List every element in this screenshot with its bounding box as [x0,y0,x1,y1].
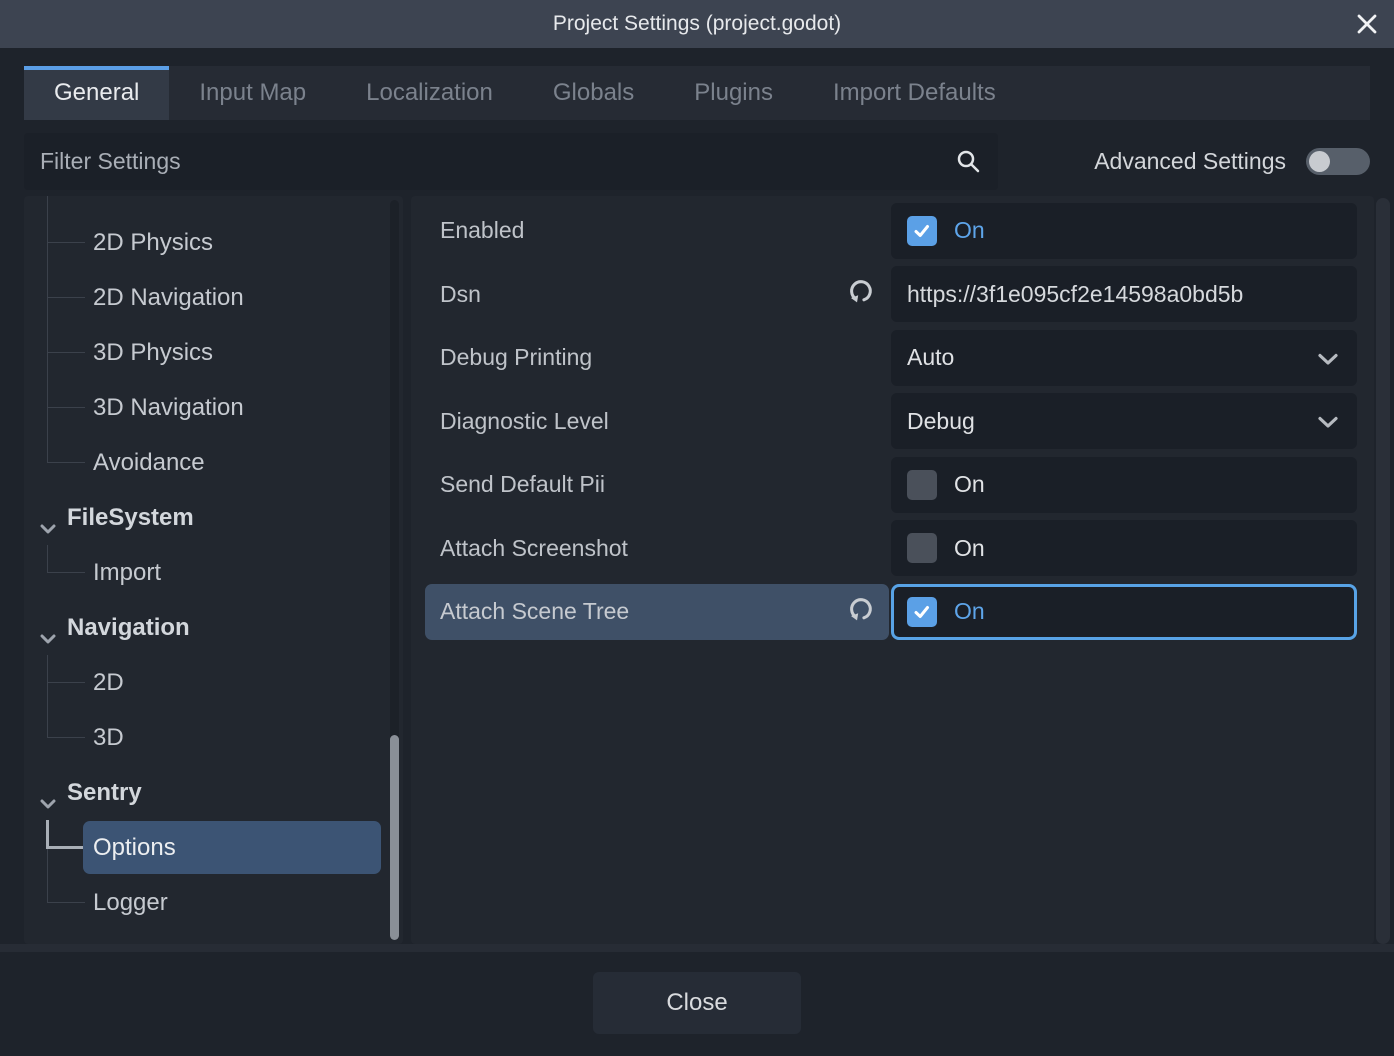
enabled-checkbox[interactable] [907,216,937,246]
tree-item-logger[interactable]: Logger [24,875,403,930]
settings-tree-panel: 2D Physics 2D Navigation 3D Physics 3D N… [24,196,403,944]
setting-label: Diagnostic Level [440,408,609,435]
setting-label: Dsn [440,281,481,308]
tab-bar: General Input Map Localization Globals P… [24,66,1370,120]
enabled-value-cell: On [891,203,1357,259]
debug-printing-dropdown[interactable]: Auto [891,330,1357,386]
tree-item-3d[interactable]: 3D [24,710,403,765]
tree-guide-line [47,196,48,216]
close-icon[interactable] [1355,12,1379,36]
send-default-pii-value-cell: On [891,457,1357,513]
setting-label: Attach Scene Tree [440,598,629,625]
tab-import-defaults[interactable]: Import Defaults [803,66,1026,120]
tree-section-navigation[interactable]: Navigation [24,600,403,655]
chevron-down-icon [40,623,56,651]
setting-row-attach-scene-tree: Attach Scene Tree On [411,580,1374,644]
tab-general[interactable]: General [24,66,169,120]
checkbox-state-label: On [954,535,985,562]
checkbox-state-label: On [954,217,985,244]
filter-settings-field [24,133,998,190]
close-button[interactable]: Close [593,972,801,1034]
dialog-title: Project Settings (project.godot) [553,12,841,36]
tree-item-2d-physics[interactable]: 2D Physics [24,215,403,270]
tree-section-filesystem[interactable]: FileSystem [24,490,403,545]
tree-scrollbar-thumb[interactable] [390,735,399,940]
tree-section-sentry[interactable]: Sentry [24,765,403,820]
setting-row-debug-printing: Debug Printing Auto [411,326,1374,390]
chevron-down-icon [40,513,56,541]
tab-plugins[interactable]: Plugins [664,66,803,120]
setting-row-send-default-pii: Send Default Pii On [411,453,1374,517]
setting-row-diagnostic-level: Diagnostic Level Debug [411,390,1374,454]
attach-scene-tree-value-cell: On [891,584,1357,640]
tab-globals[interactable]: Globals [523,66,664,120]
setting-label: Enabled [440,217,524,244]
tree-item-2d[interactable]: 2D [24,655,403,710]
advanced-settings-label: Advanced Settings [1094,148,1286,175]
dropdown-value: Auto [907,344,954,371]
attach-scene-tree-checkbox[interactable] [907,597,937,627]
send-default-pii-checkbox[interactable] [907,470,937,500]
dsn-input[interactable] [907,281,1341,308]
setting-row-dsn: Dsn [411,263,1374,327]
setting-row-enabled: Enabled On [411,199,1374,263]
tree-item-3d-navigation[interactable]: 3D Navigation [24,380,403,435]
dropdown-value: Debug [907,408,975,435]
revert-icon[interactable] [847,277,875,311]
checkbox-state-label: On [954,598,985,625]
setting-label: Send Default Pii [440,471,605,498]
tree-item-options[interactable]: Options [24,820,403,875]
tree-item-3d-physics[interactable]: 3D Physics [24,325,403,380]
diagnostic-level-dropdown[interactable]: Debug [891,393,1357,449]
advanced-settings-control: Advanced Settings [1010,133,1370,190]
setting-label: Attach Screenshot [440,535,628,562]
checkbox-state-label: On [954,471,985,498]
footer-divider [0,944,1394,952]
settings-scrollbar-track[interactable] [1376,198,1390,944]
chevron-down-icon [1317,344,1339,371]
tab-input-map[interactable]: Input Map [169,66,336,120]
advanced-settings-toggle[interactable] [1306,148,1370,175]
title-bar: Project Settings (project.godot) [0,0,1394,48]
attach-screenshot-checkbox[interactable] [907,533,937,563]
setting-label: Debug Printing [440,344,592,371]
tree-item-2d-navigation[interactable]: 2D Navigation [24,270,403,325]
chevron-down-icon [1317,408,1339,435]
tree-item-import[interactable]: Import [24,545,403,600]
toggle-knob [1309,151,1330,172]
attach-screenshot-value-cell: On [891,520,1357,576]
tab-localization[interactable]: Localization [336,66,523,120]
tree-item-avoidance[interactable]: Avoidance [24,435,403,490]
chevron-down-icon [40,788,56,816]
settings-detail-panel: Enabled On Dsn [411,196,1374,944]
setting-row-attach-screenshot: Attach Screenshot On [411,517,1374,581]
revert-icon[interactable] [847,595,875,629]
filter-settings-input[interactable] [24,133,998,190]
dsn-value-cell [891,266,1357,322]
search-icon [955,148,982,180]
